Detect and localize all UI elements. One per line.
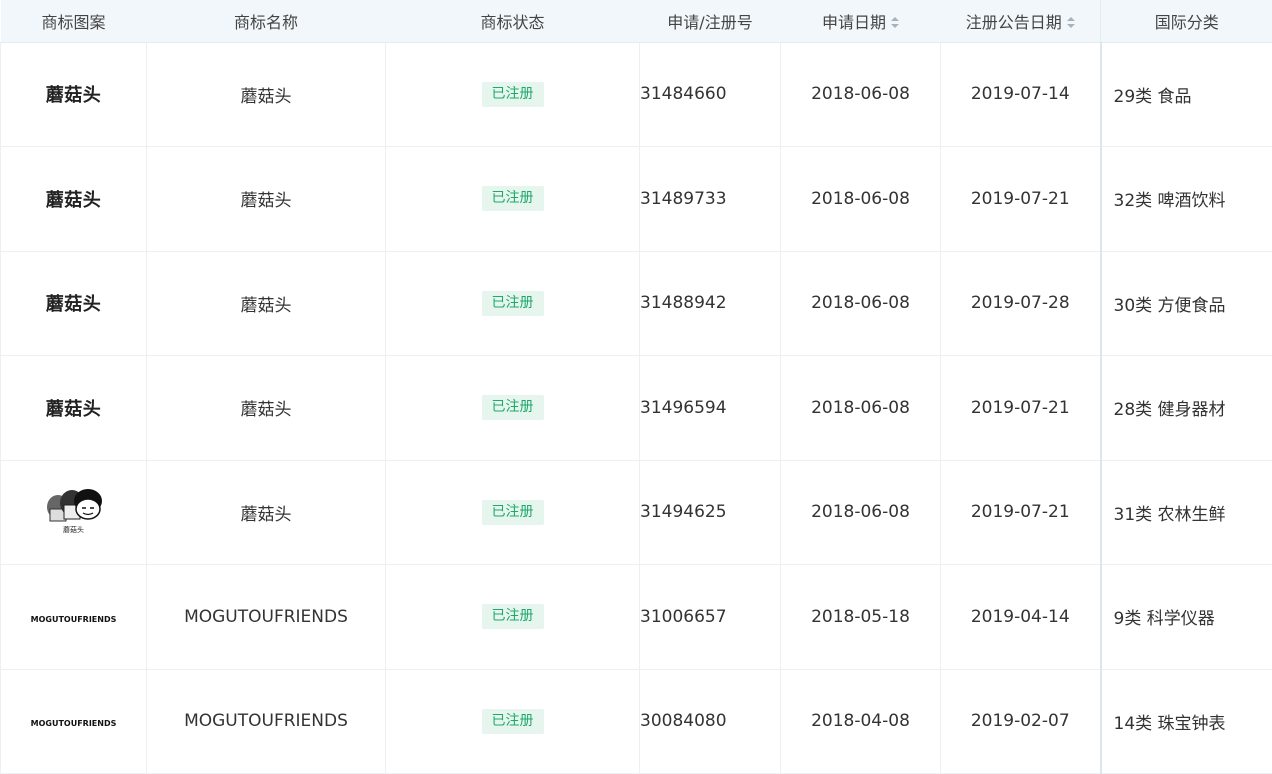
apply-date: 2018-06-08 [780,460,941,565]
header-reg-no: 申请/注册号 [639,0,781,43]
trademark-name: 蘑菇头 [146,251,386,356]
intl-class: 28类 健身器材 [1099,355,1272,461]
table-row[interactable]: 蘑菇头 蘑菇头 已注册 31488942 2018-06-08 2019-07-… [0,251,1272,356]
apply-date: 2018-06-08 [780,146,941,252]
table-row[interactable]: MOGUTOUFRIENDS MOGUTOUFRIENDS 已注册 310066… [0,564,1272,670]
trademark-image-cell: MOGUTOUFRIENDS [0,669,147,774]
status-cell: 已注册 [385,42,640,147]
table-row[interactable]: MOGUTOUFRIENDS MOGUTOUFRIENDS 已注册 300840… [0,669,1272,774]
registration-number: 31488942 [639,251,781,356]
trademark-logo-text: 蘑菇头 [45,294,102,316]
intl-class: 32类 啤酒饮料 [1099,146,1272,252]
table-row[interactable]: 蘑菇头 蘑菇头 已注册 31484660 2018-06-08 2019-07-… [0,42,1272,147]
table-row[interactable]: 蘑菇头 蘑菇头 已注册 31496594 2018-06-08 2019-07-… [0,355,1272,461]
status-badge: 已注册 [481,186,544,212]
publish-date: 2019-07-21 [940,146,1101,252]
status-cell: 已注册 [385,355,640,461]
publish-date: 2019-04-14 [940,564,1101,670]
trademark-image-cell: 蘑菇头 [0,460,147,565]
apply-date: 2018-06-08 [780,355,941,461]
header-publish-date-sort[interactable]: 注册公告日期 [940,0,1101,43]
intl-class: 14类 珠宝钟表 [1099,669,1272,774]
status-cell: 已注册 [385,460,640,565]
header-apply-date-sort[interactable]: 申请日期 [780,0,941,43]
registration-number: 31489733 [639,146,781,252]
trademark-logo-text: MOGUTOUFRIENDS [30,719,117,729]
trademark-image-cell: 蘑菇头 [0,251,147,356]
apply-date: 2018-04-08 [780,669,941,774]
trademark-name: 蘑菇头 [146,146,386,252]
status-badge: 已注册 [481,81,544,107]
sort-icon[interactable] [891,16,899,29]
registration-number: 30084080 [639,669,781,774]
header-apply-date-label: 申请日期 [821,12,886,32]
trademark-logo-text: MOGUTOUFRIENDS [30,614,117,624]
trademark-image-cell: 蘑菇头 [0,146,147,252]
header-status: 商标状态 [385,0,640,43]
header-name: 商标名称 [146,0,386,43]
trademark-logo-text: 蘑菇头 [45,398,102,420]
publish-date: 2019-02-07 [940,669,1101,774]
mushroom-head-figures-icon [46,488,102,522]
trademark-image-cell: 蘑菇头 [0,42,147,147]
table-body: 蘑菇头 蘑菇头 已注册 31484660 2018-06-08 2019-07-… [0,42,1272,774]
apply-date: 2018-06-08 [780,251,941,356]
status-cell: 已注册 [385,146,640,252]
status-badge: 已注册 [481,604,544,630]
trademark-logo-text: 蘑菇头 [45,85,102,107]
apply-date: 2018-05-18 [780,564,941,670]
registration-number: 31006657 [639,564,781,670]
trademark-name: 蘑菇头 [146,42,386,147]
status-cell: 已注册 [385,564,640,670]
trademark-name: 蘑菇头 [146,460,386,565]
publish-date: 2019-07-21 [940,355,1101,461]
header-intl-class: 国际分类 [1100,0,1272,43]
publish-date: 2019-07-14 [940,42,1101,147]
intl-class: 30类 方便食品 [1099,251,1272,356]
registration-number: 31484660 [639,42,781,147]
trademark-logo-caption: 蘑菇头 [63,525,84,534]
publish-date: 2019-07-28 [940,251,1101,356]
status-cell: 已注册 [385,669,640,774]
header-publish-date-label: 注册公告日期 [965,12,1062,32]
registration-number: 31496594 [639,355,781,461]
trademark-logo-text: 蘑菇头 [45,189,102,211]
trademark-name: 蘑菇头 [146,355,386,461]
intl-class: 31类 农林生鲜 [1099,460,1272,565]
trademark-image-cell: MOGUTOUFRIENDS [0,564,147,670]
status-badge: 已注册 [481,499,544,525]
table-row[interactable]: 蘑菇头 蘑菇头 已注册 31494625 2018-06-08 2019-07-… [0,460,1272,565]
header-image: 商标图案 [0,0,147,43]
registration-number: 31494625 [639,460,781,565]
trademark-logo-image: 蘑菇头 [40,485,108,535]
status-badge: 已注册 [481,395,544,421]
trademark-image-cell: 蘑菇头 [0,355,147,461]
trademark-table: 商标图案 商标名称 商标状态 申请/注册号 申请日期 注册公告日期 国际分类 蘑… [0,0,1272,774]
table-row[interactable]: 蘑菇头 蘑菇头 已注册 31489733 2018-06-08 2019-07-… [0,146,1272,252]
publish-date: 2019-07-21 [940,460,1101,565]
sort-icon[interactable] [1066,16,1075,29]
trademark-name: MOGUTOUFRIENDS [146,564,386,670]
intl-class: 29类 食品 [1099,42,1272,147]
apply-date: 2018-06-08 [780,42,941,147]
intl-class: 9类 科学仪器 [1099,564,1272,670]
status-badge: 已注册 [481,290,544,316]
table-header: 商标图案 商标名称 商标状态 申请/注册号 申请日期 注册公告日期 国际分类 [0,0,1272,43]
status-cell: 已注册 [385,251,640,356]
trademark-name: MOGUTOUFRIENDS [146,669,386,774]
status-badge: 已注册 [481,708,544,734]
